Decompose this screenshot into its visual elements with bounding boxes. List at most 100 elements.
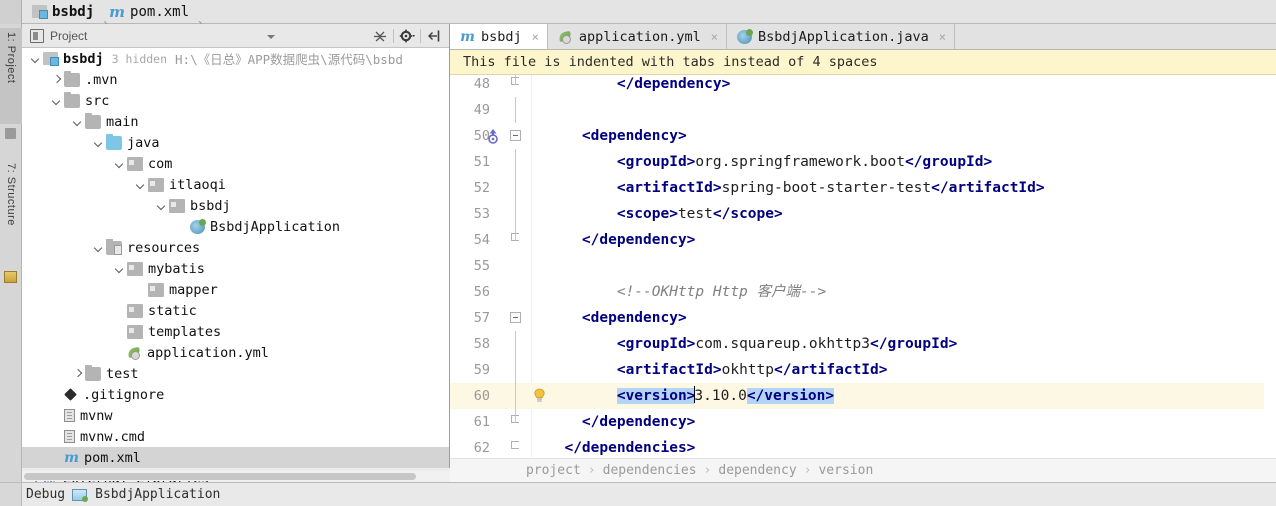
collapse-all-button[interactable] xyxy=(371,27,389,45)
project-tree[interactable]: bsbdj 3 hidden H:\《日总》APP数据爬虫\源代码\bsbd .mvn… xyxy=(22,48,450,489)
code-line[interactable]: </dependencies> xyxy=(547,435,1276,457)
tree-item-templates[interactable]: templates xyxy=(22,321,449,342)
chevron-down-icon[interactable] xyxy=(135,179,146,190)
code-folding-marker[interactable] xyxy=(510,331,521,357)
tree-item--mvn[interactable]: .mvn xyxy=(22,69,449,90)
tree-item-mvnw-cmd[interactable]: mvnw.cmd xyxy=(22,426,449,447)
navbar-crumb-file[interactable]: m pom.xml xyxy=(103,0,198,24)
code-folding-marker[interactable] xyxy=(510,149,521,175)
code-line[interactable]: <dependency> xyxy=(547,305,1276,331)
close-icon[interactable]: × xyxy=(939,30,946,44)
tree-item-bsbdj[interactable]: bsbdj 3 hidden H:\《日总》APP数据爬虫\源代码\bsbd xyxy=(22,48,449,69)
lightbulb-icon[interactable] xyxy=(533,388,546,404)
tree-item-bsbdjapplication[interactable]: BsbdjApplication xyxy=(22,216,449,237)
code-line[interactable]: </dependency> xyxy=(547,75,1276,97)
code-line[interactable]: <groupId>com.squareup.okhttp3</groupId> xyxy=(547,331,1276,357)
code-line[interactable]: <scope>test</scope> xyxy=(547,201,1276,227)
fold-end-icon[interactable] xyxy=(511,77,519,85)
chevron-down-icon[interactable] xyxy=(51,95,62,106)
status-config-name[interactable]: BsbdjApplication xyxy=(95,487,220,502)
chevron-down-icon[interactable] xyxy=(267,35,275,39)
line-number: 49 xyxy=(473,102,490,118)
breadcrumb-item-version[interactable]: version xyxy=(818,463,873,478)
code-line[interactable]: </dependency> xyxy=(547,227,1276,253)
tree-item-mapper[interactable]: mapper xyxy=(22,279,449,300)
chevron-down-icon[interactable] xyxy=(72,116,83,127)
chevron-down-icon[interactable] xyxy=(156,200,167,211)
code-folding-marker[interactable] xyxy=(510,227,521,253)
breadcrumb-item-project[interactable]: project xyxy=(526,463,581,478)
chevron-down-icon[interactable] xyxy=(30,53,41,64)
code-folding-marker[interactable] xyxy=(510,175,521,201)
hide-button[interactable] xyxy=(425,27,443,45)
code-folding-marker[interactable] xyxy=(510,383,521,409)
settings-button[interactable] xyxy=(398,27,416,45)
tree-item-java[interactable]: java xyxy=(22,132,449,153)
chevron-right-icon[interactable] xyxy=(72,368,83,379)
breadcrumb-item-dependencies[interactable]: dependencies xyxy=(603,463,697,478)
code-line[interactable]: <!--OKHttp Http 客户端--> xyxy=(547,279,1276,305)
tree-item-pom-xml[interactable]: m pom.xml xyxy=(22,447,449,468)
close-icon[interactable]: × xyxy=(711,30,718,44)
tree-item-test[interactable]: test xyxy=(22,363,449,384)
code-line[interactable]: <version>3.10.0</version> xyxy=(547,383,1276,409)
code-line[interactable]: <artifactId>spring-boot-starter-test</ar… xyxy=(547,175,1276,201)
code-folding-marker[interactable] xyxy=(510,435,521,457)
code-line[interactable]: </dependency> xyxy=(547,409,1276,435)
project-tool-window: Project bsbdj 3 hidden H:\《日总》APP数据爬虫\源代… xyxy=(22,24,450,489)
editor-tab-bsbdj[interactable]: m bsbdj × xyxy=(450,24,548,49)
chevron-down-icon[interactable] xyxy=(93,242,104,253)
tree-item-static[interactable]: static xyxy=(22,300,449,321)
code-folding-marker[interactable] xyxy=(510,357,521,383)
fold-end-icon[interactable] xyxy=(511,415,519,423)
breadcrumb-item-dependency[interactable]: dependency xyxy=(718,463,796,478)
tree-item--gitignore[interactable]: .gitignore xyxy=(22,384,449,405)
close-icon[interactable]: × xyxy=(532,30,539,44)
tree-item-resources[interactable]: resources xyxy=(22,237,449,258)
scrollbar-thumb[interactable] xyxy=(24,473,416,480)
chevron-down-icon[interactable] xyxy=(93,137,104,148)
code-line[interactable]: <artifactId>okhttp</artifactId> xyxy=(547,357,1276,383)
tree-item-itlaoqi[interactable]: itlaoqi xyxy=(22,174,449,195)
project-tool-icon xyxy=(5,128,16,139)
chevron-down-icon[interactable] xyxy=(114,158,125,169)
chevron-right-icon[interactable] xyxy=(51,74,62,85)
sidebar-item-project[interactable]: 1: Project xyxy=(0,28,22,124)
status-debug-label[interactable]: Debug xyxy=(26,487,65,502)
package-icon xyxy=(148,177,164,192)
project-horizontal-scrollbar[interactable] xyxy=(22,471,450,481)
editor-right-gutter[interactable] xyxy=(1264,75,1276,482)
fold-collapse-icon[interactable] xyxy=(510,312,521,323)
tree-item-main[interactable]: main xyxy=(22,111,449,132)
tree-item-mybatis[interactable]: mybatis xyxy=(22,258,449,279)
run-arrow-icon[interactable] xyxy=(485,128,501,144)
code-folding-marker[interactable] xyxy=(510,409,521,435)
line-number: 50 xyxy=(473,128,490,144)
breadcrumb[interactable]: project › dependencies › dependency › version xyxy=(450,458,1276,482)
sidebar-item-structure[interactable]: 7: Structure xyxy=(0,159,22,267)
navbar-crumb-project[interactable]: bsbdj xyxy=(26,0,103,24)
code-line[interactable]: <groupId>org.springframework.boot</group… xyxy=(547,149,1276,175)
code-line[interactable] xyxy=(547,253,1276,279)
indentation-notification-bar[interactable]: This file is indented with tabs instead … xyxy=(450,50,1276,75)
code-folding-marker[interactable] xyxy=(510,123,521,149)
tree-item-bsbdj[interactable]: bsbdj xyxy=(22,195,449,216)
code-line[interactable] xyxy=(547,97,1276,123)
code-editor[interactable]: 48 </dependency> 49 50 <dependency> 51 <gro… xyxy=(450,75,1276,457)
code-folding-marker[interactable] xyxy=(510,305,521,331)
code-folding-marker[interactable] xyxy=(510,201,521,227)
code-line[interactable]: <dependency> xyxy=(547,123,1276,149)
code-folding-marker[interactable] xyxy=(510,75,521,97)
editor-tab-bsbdjapplication-java[interactable]: BsbdjApplication.java × xyxy=(727,24,955,49)
fold-collapse-icon[interactable] xyxy=(510,130,521,141)
tree-item-application-yml[interactable]: application.yml xyxy=(22,342,449,363)
editor-tab-application-yml[interactable]: application.yml × xyxy=(547,24,728,49)
code-folding-marker[interactable] xyxy=(510,97,521,123)
fold-end-icon[interactable] xyxy=(511,233,519,241)
fold-end-icon[interactable] xyxy=(511,441,519,449)
tree-item-com[interactable]: com xyxy=(22,153,449,174)
tree-item-src[interactable]: src xyxy=(22,90,449,111)
chevron-down-icon[interactable] xyxy=(114,263,125,274)
tree-item-mvnw[interactable]: mvnw xyxy=(22,405,449,426)
code-token: <!--OKHttp Http 客户端--> xyxy=(616,284,827,300)
